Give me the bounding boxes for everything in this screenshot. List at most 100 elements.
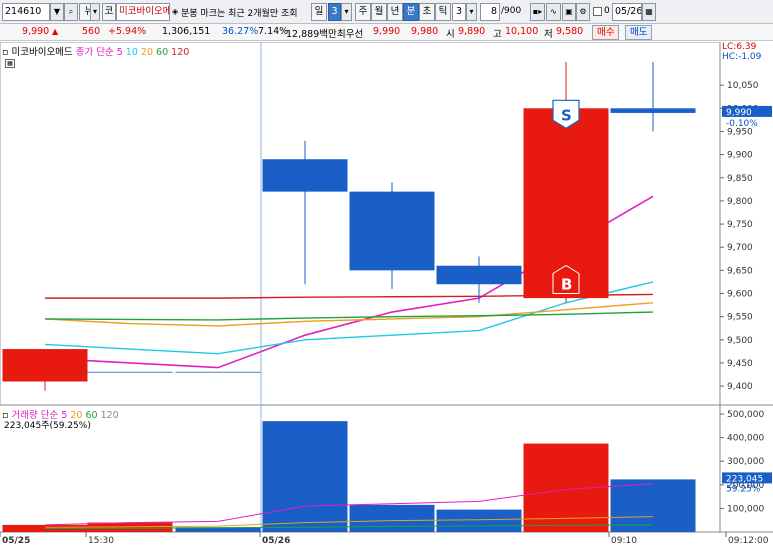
calendar-icon[interactable]: ▦ (642, 3, 656, 21)
legend-stock-name: 미코바이오메드 (11, 47, 73, 58)
volume-value: 1,306,151 (162, 26, 211, 37)
volume-bar (610, 479, 696, 532)
buy-button[interactable]: 매수 (592, 25, 620, 40)
count-total: /900 (501, 6, 522, 16)
time-tick-label: 15:30 (88, 536, 114, 546)
price-tick-label: 9,600 (727, 290, 753, 300)
chart-area[interactable]: 10,05010,0009,9509,9009,8509,8009,7509,7… (0, 41, 773, 547)
volume-tick-label: 300,000 (727, 457, 764, 467)
count-input[interactable]: 8 (480, 3, 500, 21)
legend-ma-5: 5 (116, 47, 123, 58)
price-tick-label: 9,550 (727, 313, 753, 323)
quote-bar: 9,990 ▲ 560 +5.94% 1,306,151 36.27% 7.14… (0, 24, 773, 41)
volume-tick-label: 500,000 (727, 410, 764, 420)
volume-value-label: 223,045주(59.25%) (4, 421, 91, 431)
stock-name-field[interactable]: 미코바이오메 (116, 3, 170, 21)
interval-input[interactable]: 3 (452, 3, 466, 21)
price-marker-value: 9,990 (726, 108, 752, 118)
volume-tick-label: 100,000 (727, 504, 764, 514)
buy-signal-label: B (561, 276, 572, 294)
date-checkbox[interactable] (593, 7, 602, 16)
hc-label: HC:-1.09 (722, 52, 762, 62)
sell-signal-label: S (561, 106, 572, 124)
best-label: 최우선 (337, 29, 364, 40)
price-tick-label: 9,700 (727, 243, 753, 253)
lc-label: LC:6.39 (722, 42, 757, 52)
high-label: 고 (493, 29, 502, 40)
tab-interval[interactable]: 3 (328, 3, 341, 21)
save-icon[interactable]: ▣ (562, 3, 576, 21)
time-tick-label: 09:12:00 (728, 536, 769, 546)
legend-ma-label: 종가 단순 (75, 47, 114, 58)
trade-amount: 12,889백만 (286, 29, 337, 40)
best-bid: 9,980 (411, 26, 439, 37)
legend-ma-20: 20 (140, 47, 154, 58)
price-tick-label: 9,500 (727, 336, 753, 346)
market-button[interactable]: 코 (102, 3, 116, 21)
tab-second[interactable]: 초 (419, 3, 435, 21)
candle-body (349, 191, 435, 271)
stock-code-value: 214610 (5, 6, 42, 17)
price-change: 560 (82, 26, 101, 37)
tab-month[interactable]: 월 (371, 3, 387, 21)
toolbar: 214610 ▼ ⌕ 뉴 ▾ 코 미코바이오메 ◈ 분봉 마크는 최근 2개월만… (0, 0, 773, 24)
price-tick-label: 9,850 (727, 174, 753, 184)
candle-body (262, 159, 348, 192)
open-value: 9,890 (458, 26, 486, 37)
current-price: 9,990 (22, 26, 50, 37)
volume-bar (349, 504, 435, 532)
legend-bullet-icon: ▫ (2, 47, 9, 58)
price-tick-label: 9,650 (727, 266, 753, 276)
volume-bar (436, 509, 522, 532)
price-legend: ▫ 미코바이오메드 종가 단순 5 10 20 60 120 (2, 44, 189, 58)
search-icon[interactable]: ⌕ (64, 3, 78, 21)
tab-tick[interactable]: 틱 (435, 3, 451, 21)
price-tick-label: 9,950 (727, 127, 753, 137)
price-tick-label: 9,800 (727, 197, 753, 207)
ma-line-60 (44, 311, 654, 321)
price-tick-label: 9,750 (727, 220, 753, 230)
price-tick-label: 9,400 (727, 382, 753, 392)
candle-body (610, 108, 696, 113)
tab-year[interactable]: 년 (387, 3, 403, 21)
stock-code-input[interactable]: 214610 (2, 3, 50, 21)
change-percent: +5.94% (108, 26, 147, 37)
ratio-2: 7.14% (258, 26, 289, 37)
grid-toggle-icon[interactable]: ▦ (5, 59, 15, 68)
volume-marker-pct: 59.25% (726, 484, 761, 494)
up-arrow-icon: ▲ (52, 27, 59, 36)
info-icon: ◈ (172, 7, 179, 16)
best-ask: 9,990 (373, 26, 401, 37)
legend-ma-60: 60 (156, 47, 169, 58)
settings-icon[interactable]: ⚙ (576, 3, 590, 21)
sell-button[interactable]: 매도 (625, 25, 653, 40)
notice-text: 분봉 마크는 최근 2개월만 조회 (181, 9, 298, 19)
price-marker-pct: -0.10% (726, 119, 758, 129)
ratio-1: 36.27% (222, 26, 259, 37)
draw-line-icon[interactable]: ∿ (546, 3, 561, 21)
time-tick-label: 09:10 (611, 536, 637, 546)
checkbox-label: 0 (604, 6, 610, 16)
news-dropdown-icon[interactable]: ▾ (90, 3, 100, 21)
legend-vol-ma-120: 120 (100, 410, 119, 421)
volume-marker-value: 223,045 (726, 474, 763, 484)
candlestick-chart[interactable]: 10,05010,0009,9509,9009,8509,8009,7509,7… (0, 41, 773, 547)
price-tick-label: 9,450 (727, 359, 753, 369)
interval-dropdown-icon[interactable]: ▾ (341, 3, 352, 21)
time-tick-label: 05/25 (2, 536, 30, 546)
date-input[interactable]: 05/26 (612, 3, 642, 21)
price-tick-label: 10,050 (727, 81, 759, 91)
candle-body (436, 265, 522, 285)
open-label: 시 (446, 29, 455, 40)
interval-select-icon[interactable]: ▾ (466, 3, 477, 21)
high-value: 10,100 (505, 26, 539, 37)
tab-week[interactable]: 주 (355, 3, 371, 21)
volume-bar (262, 421, 348, 532)
legend-ma-120: 120 (171, 47, 190, 58)
low-value: 9,580 (556, 26, 584, 37)
volume-tick-label: 400,000 (727, 434, 764, 444)
indicator-icon[interactable]: ▪▸ (530, 3, 545, 21)
tab-day[interactable]: 일 (311, 3, 327, 21)
tab-minute[interactable]: 분 (403, 3, 419, 21)
dropdown-arrow-icon[interactable]: ▼ (50, 3, 64, 21)
